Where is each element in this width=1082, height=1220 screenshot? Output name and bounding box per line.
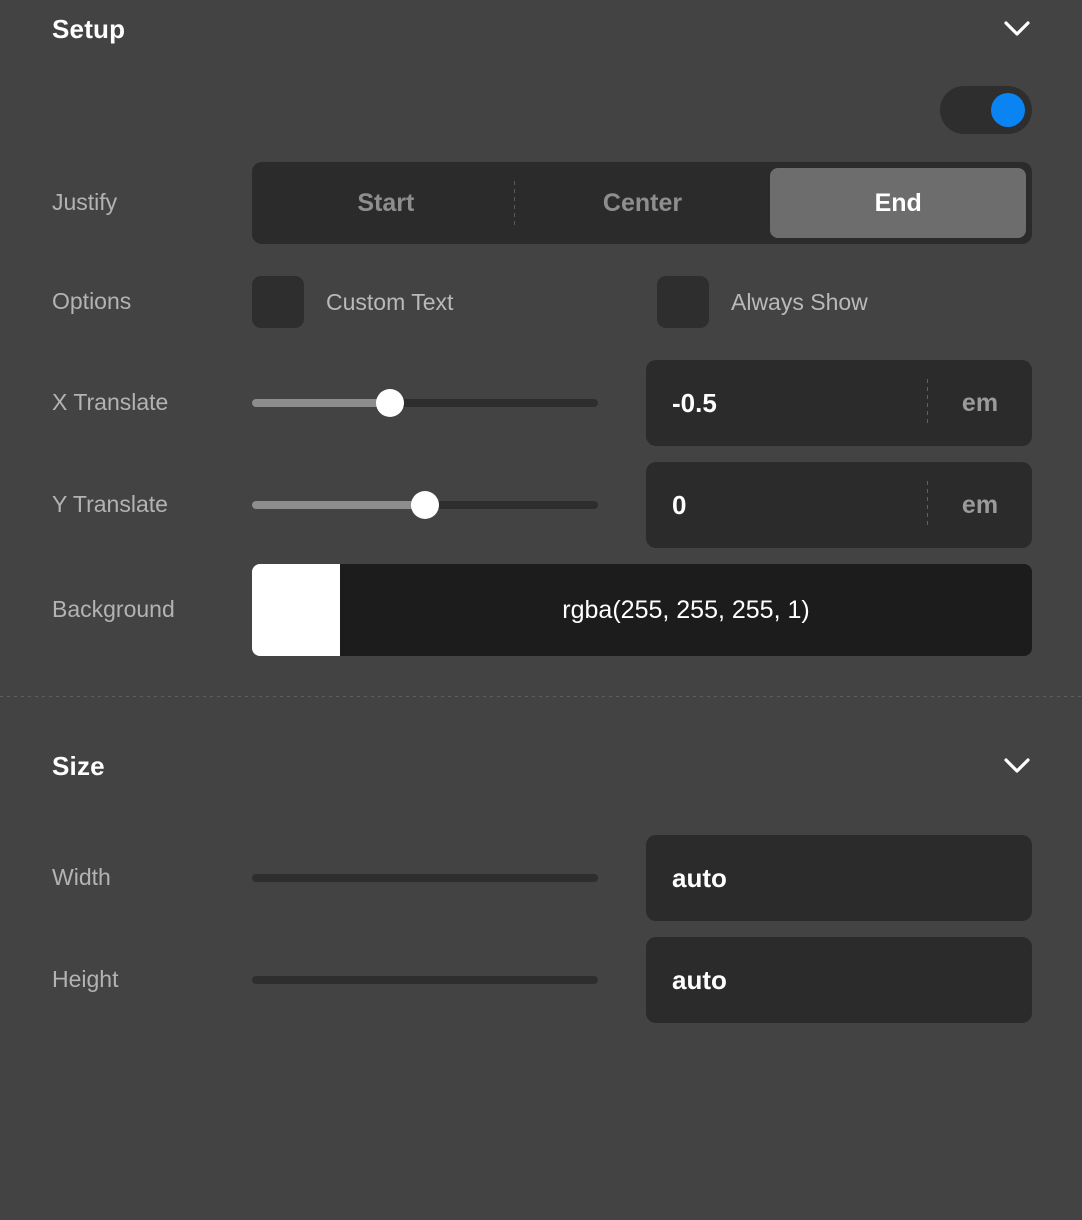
slider-width[interactable] <box>252 848 600 908</box>
checkbox-label-always-show: Always Show <box>731 288 868 315</box>
input-height[interactable]: auto <box>646 937 1032 1023</box>
section-title-size: Size <box>52 750 105 781</box>
slider-y-translate[interactable] <box>252 475 600 535</box>
properties-panel: Setup Justify Start Center End Options C… <box>0 0 1082 1220</box>
row-height: Height auto <box>0 937 1082 1023</box>
slider-track-height <box>252 976 598 984</box>
toggle-knob <box>991 93 1025 127</box>
section-header-setup[interactable]: Setup <box>0 0 1082 58</box>
unit-y-translate[interactable]: em <box>928 491 1032 520</box>
row-options: Options Custom Text Always Show <box>0 270 1082 334</box>
row-x-translate: X Translate -0.5 em <box>0 360 1082 446</box>
slider-fill-x-translate <box>252 399 391 407</box>
slider-x-translate[interactable] <box>252 373 600 433</box>
section-header-size[interactable]: Size <box>0 737 1082 795</box>
segment-end[interactable]: End <box>770 168 1027 238</box>
value-x-translate[interactable]: -0.5 <box>646 388 927 419</box>
slider-fill-y-translate <box>252 501 425 509</box>
enable-toggle[interactable] <box>940 86 1032 134</box>
row-width: Width auto <box>0 835 1082 921</box>
segment-end-label: End <box>874 188 922 217</box>
checkbox-box-custom-text[interactable] <box>252 276 304 328</box>
justify-segmented-control[interactable]: Start Center End <box>252 162 1032 244</box>
slider-track-y-translate <box>252 491 598 519</box>
segment-start-label: Start <box>357 188 415 217</box>
label-height: Height <box>52 966 119 993</box>
value-y-translate[interactable]: 0 <box>646 490 927 521</box>
enable-toggle-row <box>0 74 1082 146</box>
color-value-background[interactable]: rgba(255, 255, 255, 1) <box>340 564 1032 656</box>
checkbox-label-custom-text: Custom Text <box>326 288 454 315</box>
segment-start[interactable]: Start <box>258 168 514 238</box>
unit-x-translate[interactable]: em <box>928 389 1032 418</box>
label-y-translate: Y Translate <box>52 491 168 518</box>
input-x-translate[interactable]: -0.5 em <box>646 360 1032 446</box>
input-y-translate[interactable]: 0 em <box>646 462 1032 548</box>
segment-center-label: Center <box>602 188 683 217</box>
section-title-setup: Setup <box>52 13 126 44</box>
slider-track-x-translate <box>252 389 598 417</box>
row-justify: Justify Start Center End <box>0 162 1082 244</box>
chevron-down-icon[interactable] <box>1002 14 1032 44</box>
slider-height[interactable] <box>252 950 600 1010</box>
slider-thumb-y-translate[interactable] <box>411 491 439 519</box>
value-height[interactable]: auto <box>646 965 1032 996</box>
row-y-translate: Y Translate 0 em <box>0 462 1082 548</box>
label-options: Options <box>52 288 132 315</box>
segment-center[interactable]: Center <box>515 168 771 238</box>
checkbox-custom-text[interactable]: Custom Text <box>252 276 657 328</box>
slider-track-width <box>252 874 598 882</box>
label-background: Background <box>52 596 175 623</box>
color-picker-background[interactable]: rgba(255, 255, 255, 1) <box>252 564 1032 656</box>
checkbox-always-show[interactable]: Always Show <box>657 276 868 328</box>
input-width[interactable]: auto <box>646 835 1032 921</box>
color-swatch-background[interactable] <box>252 564 340 656</box>
label-width: Width <box>52 864 111 891</box>
row-background: Background rgba(255, 255, 255, 1) <box>0 564 1082 656</box>
label-x-translate: X Translate <box>52 389 169 416</box>
label-justify: Justify <box>52 189 118 216</box>
slider-thumb-x-translate[interactable] <box>376 389 405 417</box>
value-width[interactable]: auto <box>646 863 1032 894</box>
chevron-down-icon[interactable] <box>1002 751 1032 781</box>
checkbox-box-always-show[interactable] <box>657 276 709 328</box>
